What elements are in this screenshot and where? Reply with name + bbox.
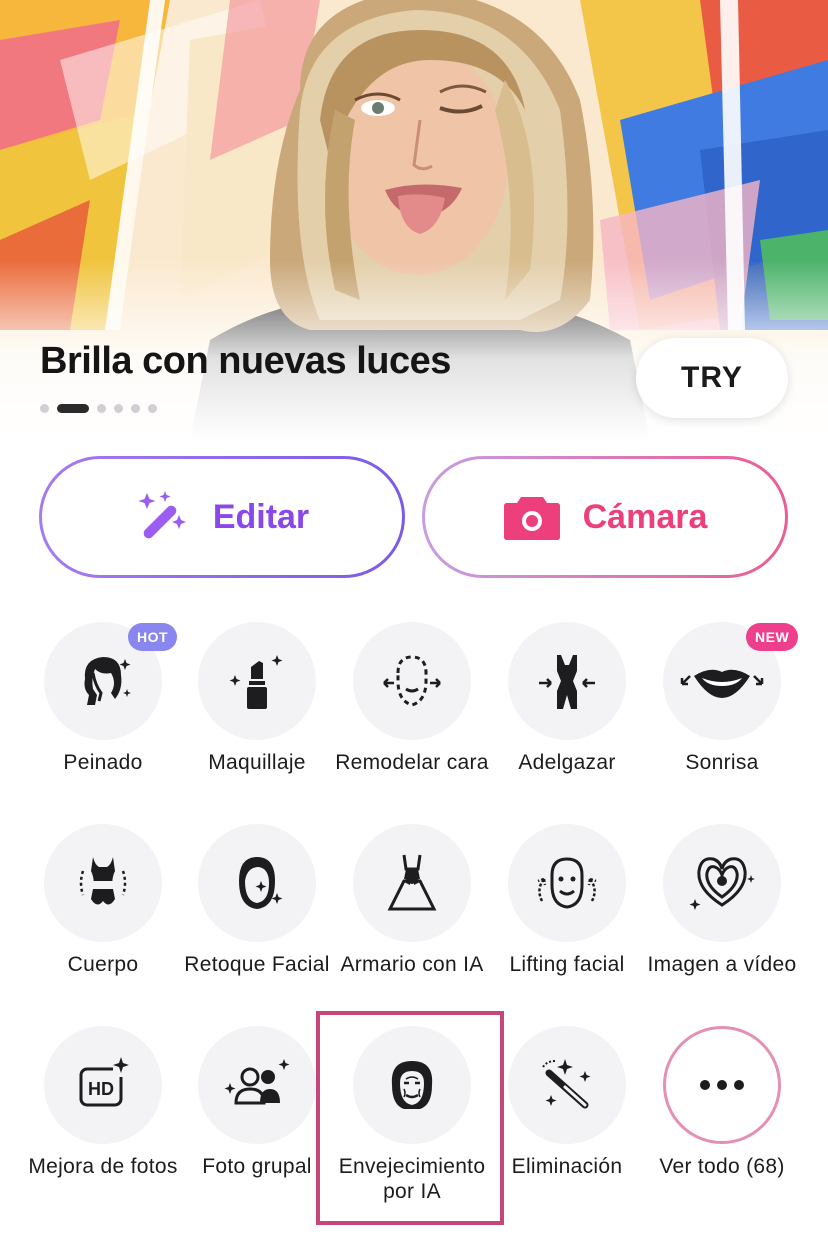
image-to-video-icon [689, 857, 755, 910]
tool-label: Armario con IA [340, 953, 484, 976]
tool-circle[interactable] [198, 1026, 316, 1144]
selection-highlight [316, 1011, 504, 1225]
body-icon [79, 857, 127, 905]
camera-label: Cámara [582, 497, 708, 536]
tool-label: Imagen a vídeo [647, 953, 797, 976]
edit-label: Editar [212, 497, 310, 536]
face-retouch-icon [239, 857, 283, 909]
group-photo-icon [224, 1059, 290, 1105]
tool-label: Eliminación [511, 1155, 623, 1178]
hero-banner[interactable]: Brilla con nuevas luces TRY [0, 0, 828, 440]
carousel-dot[interactable] [148, 403, 157, 413]
new-badge: NEW [746, 623, 799, 651]
tool-circle[interactable]: HD [44, 1026, 162, 1144]
magic-wand-icon [138, 491, 186, 539]
tool-label: Mejora de fotos [28, 1155, 178, 1178]
hero-title: Brilla con nuevas luces [40, 340, 451, 382]
tool-label: Lifting facial [509, 953, 625, 976]
camera-icon [503, 497, 560, 540]
face-reshape-icon [383, 655, 441, 707]
tool-label: Sonrisa [685, 751, 759, 774]
hairstyle-icon [84, 657, 131, 705]
carousel-dot[interactable] [40, 403, 49, 413]
tool-circle[interactable] [198, 824, 316, 942]
tool-label: Ver todo (68) [659, 1155, 785, 1178]
edit-button[interactable]: Editar [39, 456, 405, 578]
tool-circle[interactable] [353, 622, 471, 740]
tool-label: Peinado [63, 751, 143, 774]
tool-circle[interactable] [353, 824, 471, 942]
eraser-wand-icon [542, 1059, 591, 1109]
tool-label: Remodelar cara [335, 751, 489, 774]
tool-circle[interactable] [198, 622, 316, 740]
lipstick-icon [229, 655, 283, 709]
carousel-dot[interactable] [97, 403, 106, 413]
tool-label: Cuerpo [67, 953, 139, 976]
camera-button[interactable]: Cámara [422, 456, 788, 578]
hot-badge: HOT [128, 623, 178, 651]
tool-label: Retoque Facial [184, 953, 330, 976]
see-all-circle[interactable] [663, 1026, 781, 1144]
tool-circle[interactable] [508, 1026, 626, 1144]
tool-circle[interactable] [44, 824, 162, 942]
carousel-dot-active[interactable] [57, 403, 89, 413]
smile-lips-icon [680, 669, 764, 698]
tool-circle[interactable] [663, 824, 781, 942]
more-dots-icon [700, 1080, 744, 1090]
try-button[interactable]: TRY [636, 338, 788, 418]
tool-label: Maquillaje [208, 751, 306, 774]
tool-circle[interactable] [508, 824, 626, 942]
dress-icon [387, 854, 437, 911]
carousel-dot[interactable] [131, 403, 140, 413]
face-lift-icon [537, 857, 597, 909]
tool-circle[interactable] [508, 622, 626, 740]
carousel-dot[interactable] [114, 403, 123, 413]
svg-text:HD: HD [88, 1079, 114, 1099]
carousel-indicator[interactable] [40, 402, 157, 414]
slim-body-icon [539, 655, 595, 709]
hd-enhance-icon: HD [79, 1057, 129, 1107]
tool-label: Adelgazar [518, 751, 616, 774]
